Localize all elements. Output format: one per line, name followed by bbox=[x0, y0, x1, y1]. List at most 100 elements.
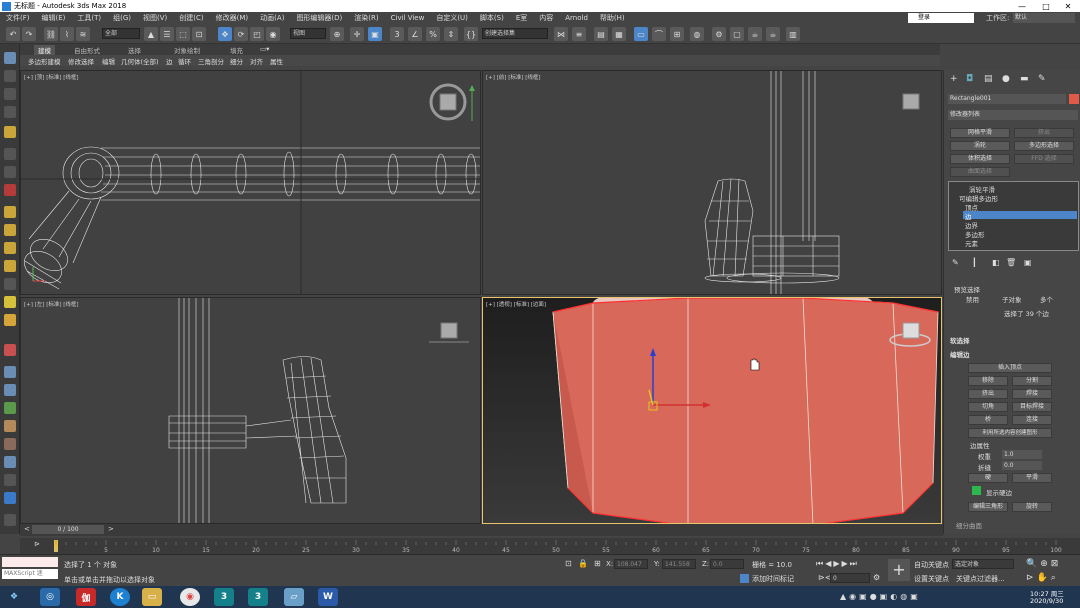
system-tray-icons[interactable]: ▲◉▣●▣◐◍▣ bbox=[840, 592, 921, 601]
smooth-button[interactable]: 平滑 bbox=[1012, 473, 1052, 483]
time-slider-thumb[interactable]: 0 / 100 bbox=[32, 525, 104, 534]
box-icon[interactable] bbox=[4, 206, 16, 218]
viewport-top[interactable]: [+] [顶] [标准] [线框] bbox=[20, 70, 481, 295]
current-frame-field[interactable]: 0 bbox=[830, 573, 870, 583]
ribbon-subdivision[interactable]: 细分 bbox=[230, 56, 243, 66]
auto-key-button[interactable]: 自动关键点 bbox=[914, 560, 949, 570]
menu-rendering[interactable]: 渲染(R) bbox=[348, 13, 384, 23]
menu-group[interactable]: 组(G) bbox=[107, 13, 137, 23]
sphere-icon[interactable] bbox=[4, 456, 16, 468]
menu-modifiers[interactable]: 修改器(M) bbox=[210, 13, 255, 23]
character-icon[interactable] bbox=[4, 438, 16, 450]
turn-button[interactable]: 旋转 bbox=[1012, 502, 1052, 512]
spring-icon[interactable] bbox=[4, 166, 16, 178]
viewport-nav-orbit-icon[interactable]: ⊳✋⌕ bbox=[1026, 573, 1059, 583]
pin-stack-icon[interactable]: ✎ bbox=[952, 258, 959, 267]
window-crossing-icon[interactable]: ⊡ bbox=[192, 27, 206, 41]
spinner-snap-icon[interactable]: ⇕ bbox=[444, 27, 458, 41]
stack-sub-edge-highlight[interactable] bbox=[963, 211, 1077, 219]
turbo-button[interactable]: 涡轮 bbox=[950, 141, 1010, 151]
angle-snap-icon[interactable]: ∠ bbox=[408, 27, 422, 41]
display-icon[interactable] bbox=[4, 402, 16, 414]
ribbon-tris[interactable]: 三角剖分 bbox=[198, 56, 224, 66]
bridge-button[interactable]: 桥 bbox=[968, 415, 1008, 425]
poly-select-button[interactable]: 多边形选择 bbox=[1014, 141, 1074, 151]
3dsmax-icon-2[interactable]: 3 bbox=[248, 588, 268, 606]
preview-disabled-radio[interactable]: 禁用 bbox=[966, 294, 979, 304]
menu-interior[interactable]: E室 bbox=[510, 13, 533, 23]
workspace-select[interactable]: 默认 bbox=[1013, 13, 1075, 23]
menu-civil-view[interactable]: Civil View bbox=[385, 14, 431, 22]
start-button-icon[interactable]: ❖ bbox=[4, 588, 24, 606]
absolute-mode-icon[interactable]: ⊞ bbox=[594, 559, 601, 568]
minimize-button[interactable]: — bbox=[1010, 0, 1034, 12]
set-key-button[interactable]: 设置关键点 bbox=[914, 574, 949, 584]
menu-create[interactable]: 创建(C) bbox=[173, 13, 209, 23]
redo-icon[interactable]: ↷ bbox=[22, 27, 36, 41]
tab-object-paint[interactable]: 对象绘制 bbox=[174, 45, 200, 55]
login-dropdown[interactable]: 登录 bbox=[908, 13, 974, 23]
object-name-field[interactable]: Rectangle001 bbox=[948, 94, 1066, 104]
connect-button[interactable]: 连接 bbox=[1012, 415, 1052, 425]
viewport-perspective[interactable]: [+] [透视] [标准] [边面] bbox=[482, 297, 942, 524]
viewport-nav-zoom-icon[interactable]: 🔍⊕⊠ bbox=[1026, 559, 1061, 569]
word-icon[interactable]: W bbox=[318, 588, 338, 606]
ribbon-geometry-all[interactable]: 几何体(全部) bbox=[121, 56, 159, 66]
menu-graph-editors[interactable]: 图形编辑器(D) bbox=[290, 13, 348, 23]
rect-select-region-icon[interactable]: ⬚ bbox=[176, 27, 190, 41]
menu-customize[interactable]: 自定义(U) bbox=[430, 13, 474, 23]
app-red-icon[interactable]: 伽 bbox=[76, 588, 96, 606]
extrude-button[interactable]: 挤出 bbox=[968, 389, 1008, 399]
select-place-icon[interactable]: ◉ bbox=[266, 27, 280, 41]
show-end-result-icon[interactable]: ┃ bbox=[972, 258, 977, 267]
render-setup-icon[interactable]: ⚙ bbox=[712, 27, 726, 41]
hierarchy-icon[interactable] bbox=[4, 366, 16, 378]
menu-edit[interactable]: 编辑(E) bbox=[36, 13, 72, 23]
reference-coord-select[interactable]: 视图 bbox=[290, 28, 326, 39]
menu-help[interactable]: 帮助(H) bbox=[594, 13, 631, 23]
weight-spinner[interactable]: 1.0 bbox=[1002, 450, 1042, 459]
insert-vertex-button[interactable]: 插入顶点 bbox=[968, 363, 1052, 373]
cylinder-icon[interactable] bbox=[4, 224, 16, 236]
toggle-ribbon-icon[interactable]: ▭ bbox=[634, 27, 648, 41]
baidu-netdisk-icon[interactable]: ◎ bbox=[40, 588, 60, 606]
menu-content[interactable]: 内容 bbox=[533, 13, 559, 23]
key-filters-button[interactable]: 关键点过滤器... bbox=[956, 574, 1005, 584]
soft-selection-rollout[interactable]: 软选择 bbox=[950, 335, 970, 345]
render-in-cloud-icon[interactable]: ▥ bbox=[786, 27, 800, 41]
torus-icon[interactable] bbox=[4, 242, 16, 254]
help-icon[interactable] bbox=[4, 514, 16, 526]
edit-named-selection-icon[interactable]: {} bbox=[464, 27, 478, 41]
playback-controls-icon[interactable]: ⏮◀▶▶⏭ bbox=[816, 559, 859, 569]
mirror-icon[interactable]: ⋈ bbox=[554, 27, 568, 41]
select-rotate-icon[interactable]: ⟳ bbox=[234, 27, 248, 41]
tab-modeling[interactable]: 建模 bbox=[34, 45, 55, 55]
hard-edge-color-swatch[interactable] bbox=[972, 486, 981, 495]
light-icon[interactable] bbox=[4, 126, 16, 138]
viewport-label-left[interactable]: [+] [左] [标准] [线框] bbox=[24, 300, 79, 308]
target-weld-button[interactable]: 目标焊接 bbox=[1012, 402, 1052, 412]
ribbon-align[interactable]: 对齐 bbox=[250, 56, 263, 66]
x-coord-field[interactable]: 108.047 bbox=[614, 559, 648, 569]
hard-button[interactable]: 硬 bbox=[968, 473, 1008, 483]
create-tab-icon[interactable]: + bbox=[950, 74, 958, 84]
shapes-icon[interactable] bbox=[4, 492, 16, 504]
preview-subobject-radio[interactable]: 子对象 bbox=[1002, 294, 1022, 304]
curve-editor-icon[interactable]: ⌒ bbox=[652, 27, 666, 41]
graphite-icon[interactable] bbox=[4, 88, 16, 100]
material-editor-icon[interactable]: ◍ bbox=[690, 27, 704, 41]
unlink-icon[interactable]: ⌇ bbox=[60, 27, 74, 41]
time-tag-icon[interactable] bbox=[740, 574, 749, 583]
motion-icon[interactable] bbox=[4, 384, 16, 396]
select-by-name-icon[interactable]: ☰ bbox=[160, 27, 174, 41]
viewport-label-front[interactable]: [+] [前] [标准] [线框] bbox=[486, 73, 541, 81]
add-time-tag[interactable]: 添加时间标记 bbox=[752, 574, 794, 584]
hierarchy-tab-icon[interactable]: ▤ bbox=[984, 74, 993, 84]
viewport-label-perspective[interactable]: [+] [透视] [标准] [边面] bbox=[486, 300, 546, 308]
viewcube-left[interactable] bbox=[429, 322, 469, 343]
viewcube-top[interactable] bbox=[429, 83, 475, 121]
edit-poly-icon[interactable] bbox=[4, 70, 16, 82]
time-config-icon[interactable]: ⚙ bbox=[873, 573, 880, 582]
snaps-toggle-icon[interactable]: 3 bbox=[390, 27, 404, 41]
tab-freeform[interactable]: 自由形式 bbox=[74, 45, 100, 55]
